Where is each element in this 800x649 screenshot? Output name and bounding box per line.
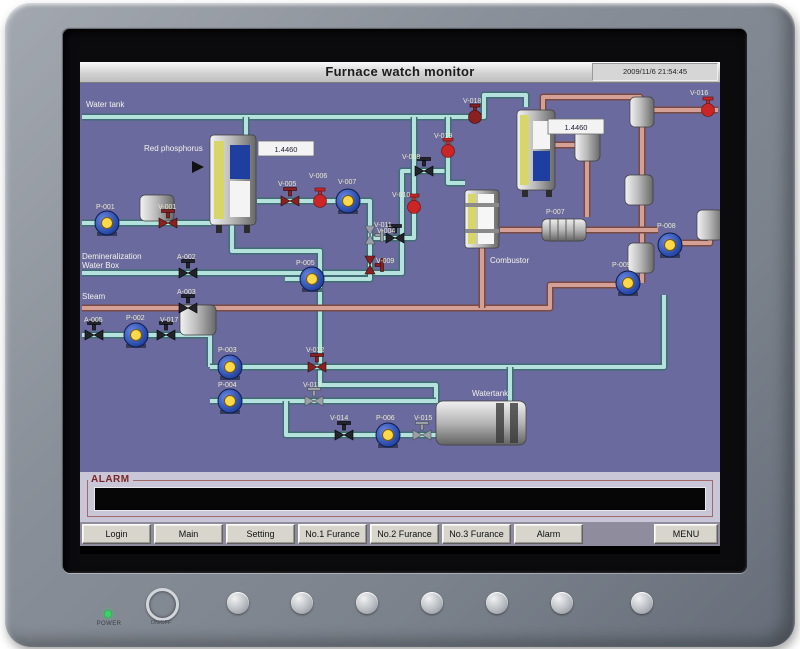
login-button[interactable]: Login <box>82 524 151 544</box>
nav-spacer <box>586 524 651 544</box>
separator-c <box>625 175 653 205</box>
alarm-message-display <box>94 487 706 511</box>
equipment-tag: V-013 <box>303 382 321 389</box>
valve-v018 <box>469 104 482 124</box>
pump-p003 <box>218 355 242 380</box>
title-bar: Furnace watch monitor 2009/11/6 21:54:45 <box>80 62 720 83</box>
no2-furnace-button[interactable]: No.2 Furance <box>370 524 439 544</box>
equipment-tag: V-004 <box>377 228 395 235</box>
bezel-function-button-2[interactable] <box>291 592 313 614</box>
equipment-tag: V-011 <box>374 222 392 229</box>
combustor-vessel <box>465 190 499 248</box>
valve-v019 <box>442 138 455 158</box>
pump-p004 <box>218 389 242 414</box>
equipment-tag: V-001 <box>158 204 176 211</box>
power-led <box>104 610 112 618</box>
pump-v007 <box>336 189 360 214</box>
equipment-tag: P-003 <box>218 347 237 354</box>
small-tank-right <box>697 210 720 240</box>
power-knob-label: ON/OFF <box>138 620 184 626</box>
equipment-tag: P-006 <box>376 415 395 422</box>
bezel-function-button-5[interactable] <box>486 592 508 614</box>
bezel-function-button-7[interactable] <box>631 592 653 614</box>
equipment-tag: V-008 <box>402 154 420 161</box>
equipment-tag: P-007 <box>546 209 565 216</box>
equipment-tag: V-019 <box>434 133 452 140</box>
equipment-tag: V-018 <box>463 98 481 105</box>
bezel-function-button-6[interactable] <box>551 592 573 614</box>
equipment-tag: V-014 <box>330 415 348 422</box>
equipment-tag: P-004 <box>218 382 237 389</box>
clock: 2009/11/6 21:54:45 <box>592 63 718 81</box>
equipment-tag: A-003 <box>177 289 196 296</box>
separator-b <box>630 97 654 127</box>
pump-p006 <box>376 423 400 448</box>
main-button[interactable]: Main <box>154 524 223 544</box>
readout-value: 1.4460 <box>275 145 298 154</box>
label-red-phosphorus: Red phosphorus <box>144 144 203 153</box>
equipment-tag: A-005 <box>84 317 103 324</box>
equipment-tag: P-002 <box>126 315 145 322</box>
equipment-tag: P-001 <box>96 204 115 211</box>
pump-p005 <box>300 267 324 292</box>
readout-value: 1.4460 <box>565 123 588 132</box>
water-tank-lower <box>436 401 526 445</box>
valve-v006 <box>314 188 327 208</box>
equipment-tag: V-010 <box>392 192 410 199</box>
lcd-screen: Furnace watch monitor 2009/11/6 21:54:45 <box>80 62 720 554</box>
bezel-function-button-1[interactable] <box>227 592 249 614</box>
alarm-button[interactable]: Alarm <box>514 524 583 544</box>
diagram-canvas: 1.4460 1.4460 Water tank Red phosphorus … <box>80 83 720 472</box>
label-steam: Steam <box>82 292 105 301</box>
photo-stage: Furnace watch monitor 2009/11/6 21:54:45 <box>0 0 800 649</box>
separator-d <box>628 243 654 273</box>
valve-v016 <box>702 97 715 117</box>
bezel-function-button-4[interactable] <box>421 592 443 614</box>
menu-button[interactable]: MENU <box>654 524 718 544</box>
pump-p009 <box>616 271 640 296</box>
label-combustor: Combustor <box>490 256 529 265</box>
equipment-tag: V-009 <box>376 258 394 265</box>
equipment-tag: P-005 <box>296 260 315 267</box>
equipment-tag: V-015 <box>414 415 432 422</box>
equipment-tag: V-012 <box>306 347 324 354</box>
equipment-tag: V-017 <box>160 317 178 324</box>
label-watertank: Watertank <box>472 389 509 398</box>
bezel-function-button-3[interactable] <box>356 592 378 614</box>
monitor-bezel: Furnace watch monitor 2009/11/6 21:54:45 <box>5 3 795 647</box>
equipment-tag: P-008 <box>657 223 676 230</box>
equipment-tag: P-009 <box>612 262 631 269</box>
label-demin-2: Water Box <box>82 261 119 270</box>
equipment-tag: A-002 <box>177 254 196 261</box>
equipment-tag: V-006 <box>309 173 327 180</box>
blower-motor <box>542 219 586 241</box>
alarm-groupbox <box>87 480 713 517</box>
label-water-tank: Water tank <box>86 100 125 109</box>
no1-furnace-button[interactable]: No.1 Furance <box>298 524 367 544</box>
scada-diagram: 1.4460 1.4460 Water tank Red phosphorus … <box>80 83 720 472</box>
pump-p008 <box>658 233 682 258</box>
alarm-panel-title: ALARM <box>88 474 133 485</box>
equipment-tag: V-007 <box>338 179 356 186</box>
power-knob-button[interactable] <box>146 588 179 621</box>
power-led-label: POWER <box>87 621 131 627</box>
red-phosphorus-arrow <box>192 161 204 173</box>
label-demin-1: Demineralization <box>82 252 142 261</box>
no3-furnace-button[interactable]: No.3 Furance <box>442 524 511 544</box>
equipment-tag: V-005 <box>278 181 296 188</box>
readout-reactor2: 1.4460 <box>548 119 604 134</box>
equipment-tag: V-016 <box>690 90 708 97</box>
setting-button[interactable]: Setting <box>226 524 295 544</box>
pump-p002 <box>124 323 148 348</box>
readout-reactor1: 1.4460 <box>258 141 314 156</box>
pump-p001 <box>95 211 119 236</box>
reactor-1 <box>210 135 256 233</box>
alarm-panel: ALARM <box>80 472 720 522</box>
nav-button-row: Login Main Setting No.1 Furance No.2 Fur… <box>80 522 720 546</box>
